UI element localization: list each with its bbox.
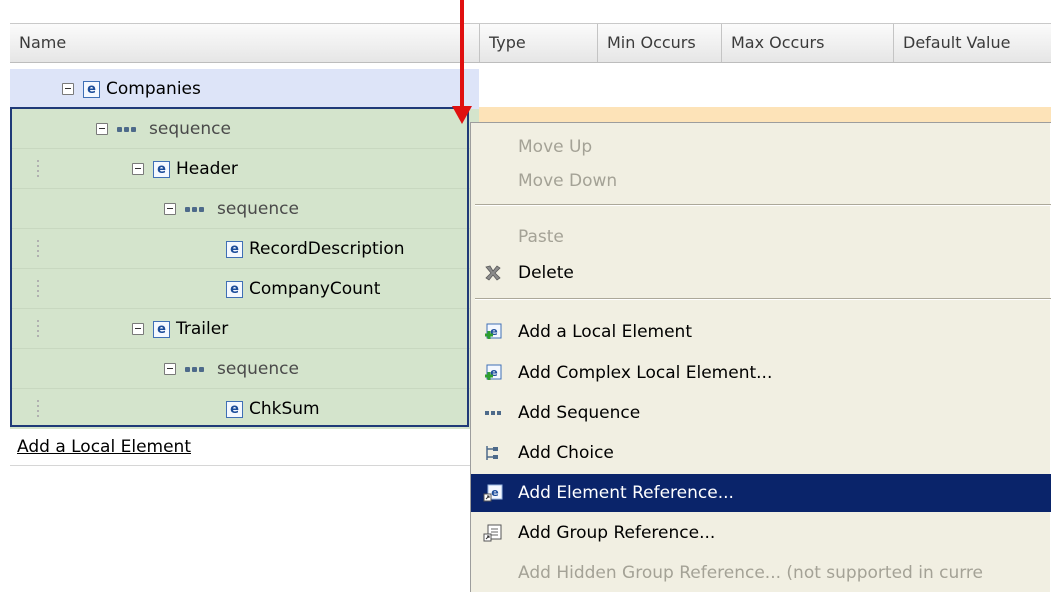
annotation-arrow-head	[452, 106, 472, 124]
column-type-label: Type	[489, 33, 526, 52]
menu-item-add-local-element[interactable]: e Add a Local Element	[471, 313, 1051, 351]
tree-row-label: CompanyCount	[249, 279, 381, 299]
tree-row-label: sequence	[149, 119, 231, 139]
tree-row-header[interactable]: e Header	[10, 149, 479, 189]
menu-separator	[475, 204, 1051, 206]
menu-item-label: Add a Local Element	[518, 322, 692, 342]
menu-item-label: Add Hidden Group Reference... (not suppo…	[518, 563, 984, 583]
column-max-occurs[interactable]: Max Occurs	[722, 24, 894, 62]
tree-row-sequence[interactable]: sequence	[10, 189, 479, 229]
column-max-occurs-label: Max Occurs	[731, 33, 825, 52]
menu-item-move-up[interactable]: Move Up	[471, 128, 1051, 166]
collapse-toggle[interactable]	[132, 163, 144, 175]
menu-item-label: Add Sequence	[518, 403, 641, 423]
tree-row-sequence[interactable]: sequence	[10, 349, 479, 389]
tree-row-label: ChkSum	[249, 399, 320, 419]
menu-item-add-choice[interactable]: Add Choice	[471, 434, 1051, 472]
element-reference-icon: e	[483, 484, 503, 502]
tree-row-chksum[interactable]: e ChkSum	[10, 389, 479, 429]
drag-handle[interactable]	[37, 320, 39, 338]
menu-item-label: Add Element Reference...	[518, 483, 734, 503]
menu-item-paste[interactable]: Paste	[471, 218, 1051, 256]
column-default-value-label: Default Value	[903, 33, 1011, 52]
drag-handle[interactable]	[37, 160, 39, 178]
tree-row-label: sequence	[217, 199, 299, 219]
sequence-icon	[485, 411, 501, 415]
menu-item-label: Add Group Reference...	[518, 523, 716, 543]
choice-icon	[486, 446, 498, 460]
tree-row-label: sequence	[217, 359, 299, 379]
menu-item-label: Move Down	[518, 171, 618, 191]
collapse-toggle[interactable]	[164, 203, 176, 215]
collapse-toggle[interactable]	[164, 363, 176, 375]
menu-item-label: Delete	[518, 263, 574, 283]
collapse-toggle[interactable]	[96, 123, 108, 135]
annotation-arrow	[460, 0, 464, 110]
tree-row-label: Companies	[106, 79, 201, 99]
element-icon: e	[83, 80, 100, 98]
delete-icon	[485, 265, 501, 281]
sequence-icon	[117, 123, 143, 135]
drag-handle[interactable]	[37, 400, 39, 418]
tree-row-trailer[interactable]: e Trailer	[10, 309, 479, 349]
tree-row-label: Trailer	[176, 319, 229, 339]
column-name[interactable]: Name	[10, 24, 480, 62]
add-local-element-link[interactable]: Add a Local Element	[17, 437, 191, 457]
menu-item-label: Add Choice	[518, 443, 614, 463]
svg-text:e: e	[491, 486, 498, 499]
column-name-label: Name	[19, 33, 67, 52]
sequence-icon	[185, 203, 211, 215]
element-icon: e	[226, 280, 243, 298]
column-min-occurs[interactable]: Min Occurs	[598, 24, 722, 62]
add-local-element-icon: e	[485, 323, 502, 339]
menu-item-label: Paste	[518, 227, 564, 247]
menu-item-label: Add Complex Local Element...	[518, 363, 773, 383]
column-header: Name Type Min Occurs Max Occurs Default …	[10, 23, 1051, 63]
group-reference-icon	[483, 524, 502, 542]
drag-handle[interactable]	[37, 280, 39, 298]
tree-row-companycount[interactable]: e CompanyCount	[10, 269, 479, 309]
collapse-toggle[interactable]	[62, 83, 74, 95]
menu-item-add-sequence[interactable]: Add Sequence	[471, 394, 1051, 432]
drag-handle[interactable]	[37, 240, 39, 258]
menu-item-delete[interactable]: Delete	[471, 254, 1051, 292]
menu-item-move-down[interactable]: Move Down	[471, 162, 1051, 200]
divider	[10, 465, 475, 466]
tree-row-companies[interactable]: e Companies	[10, 69, 479, 109]
tree-row-sequence[interactable]: sequence	[10, 109, 479, 149]
column-type[interactable]: Type	[480, 24, 598, 62]
column-min-occurs-label: Min Occurs	[607, 33, 696, 52]
menu-item-label: Move Up	[518, 137, 593, 157]
column-default-value[interactable]: Default Value	[894, 24, 1051, 62]
element-icon: e	[153, 160, 170, 178]
menu-separator	[475, 298, 1051, 300]
tree-row-label: Header	[176, 159, 238, 179]
tree-row-recorddescription[interactable]: e RecordDescription	[10, 229, 479, 269]
menu-item-add-hidden-group-reference[interactable]: Add Hidden Group Reference... (not suppo…	[471, 554, 1051, 592]
context-menu: Move Up Move Down Paste Delete e Add a L…	[470, 122, 1051, 592]
add-complex-element-icon: e	[485, 364, 502, 380]
tree-row-label: RecordDescription	[249, 239, 405, 259]
element-icon: e	[226, 400, 243, 418]
menu-item-add-complex-local-element[interactable]: e Add Complex Local Element...	[471, 354, 1051, 392]
sequence-icon	[185, 363, 211, 375]
element-icon: e	[153, 320, 170, 338]
element-icon: e	[226, 240, 243, 258]
menu-item-add-element-reference[interactable]: e Add Element Reference...	[471, 474, 1051, 512]
collapse-toggle[interactable]	[132, 323, 144, 335]
menu-item-add-group-reference[interactable]: Add Group Reference...	[471, 514, 1051, 552]
